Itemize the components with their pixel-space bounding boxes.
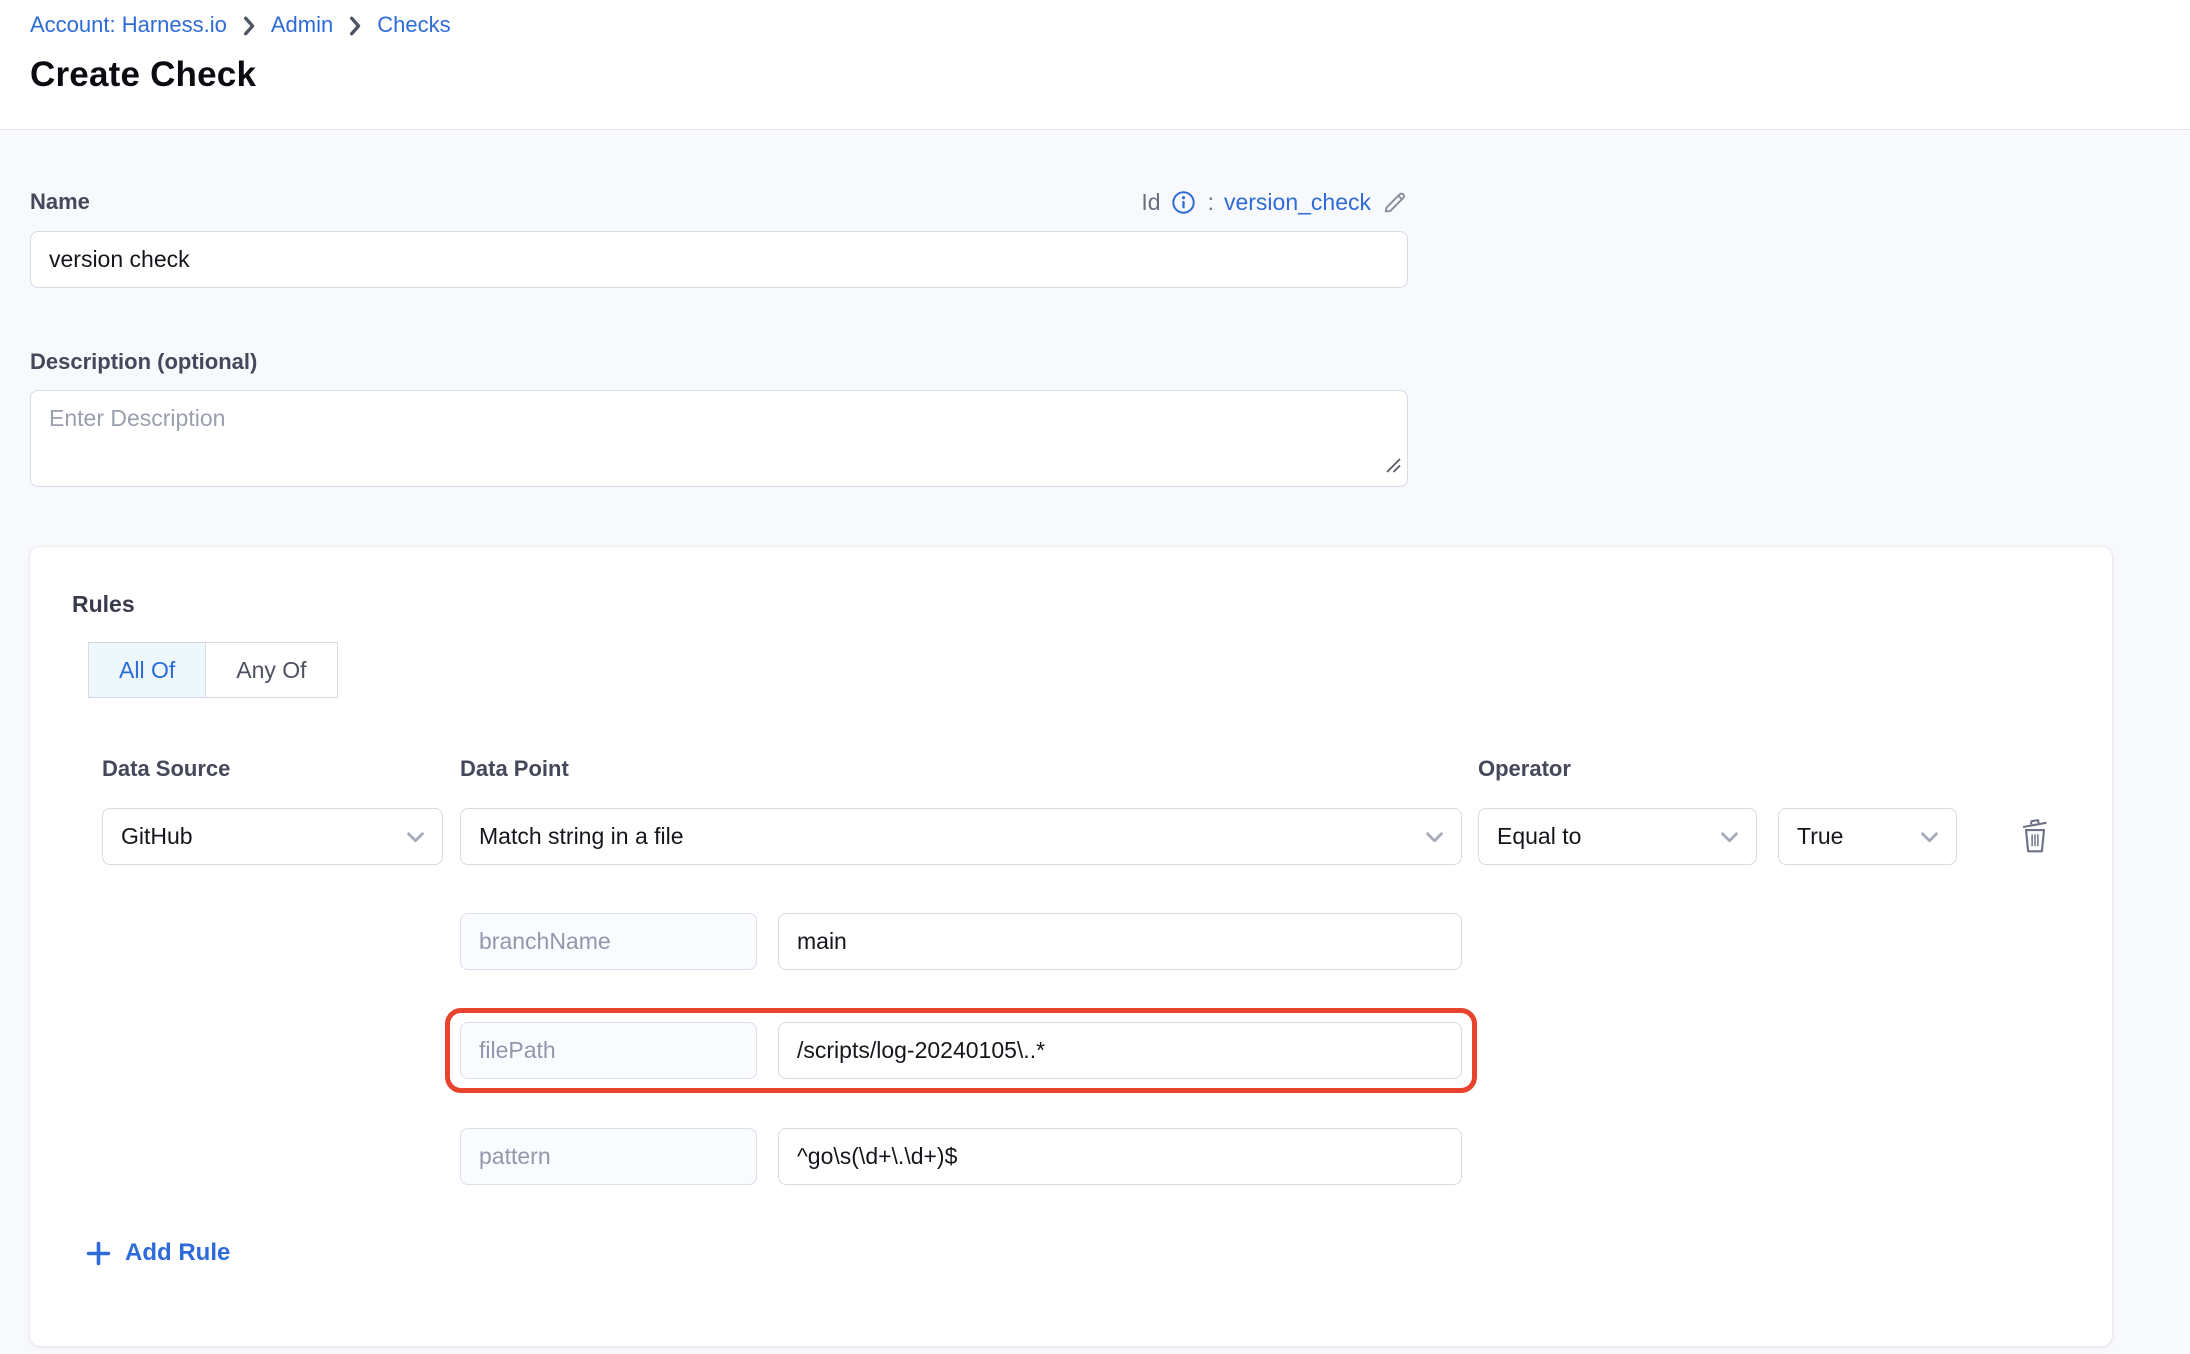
info-icon[interactable]	[1171, 190, 1196, 215]
data-point-select[interactable]: Match string in a file	[460, 808, 1462, 865]
param-row-pattern: pattern	[460, 1128, 1520, 1185]
description-field-group: Description (optional)	[30, 346, 1408, 487]
param-value-pattern[interactable]	[778, 1128, 1462, 1185]
data-point-value: Match string in a file	[479, 823, 684, 850]
param-key-pattern: pattern	[460, 1128, 757, 1185]
data-point-label: Data Point	[460, 756, 1478, 782]
edit-pencil-icon[interactable]	[1381, 189, 1408, 216]
annotation-highlight-filepath: filePath	[445, 1008, 1477, 1093]
chevron-right-icon	[242, 16, 256, 36]
param-row-filepath: filePath	[460, 1022, 1462, 1079]
rule-params: branchName filePath pattern	[460, 913, 1520, 1185]
operator-value: Equal to	[1497, 823, 1581, 850]
rules-combinator-toggle: All Of Any Of	[88, 642, 338, 698]
id-value-link[interactable]: version_check	[1224, 189, 1371, 216]
data-source-value: GitHub	[121, 823, 193, 850]
add-rule-button[interactable]: Add Rule	[85, 1239, 230, 1267]
id-separator: :	[1208, 189, 1214, 216]
chevron-down-icon	[405, 823, 426, 850]
plus-icon	[85, 1240, 112, 1267]
breadcrumb: Account: Harness.io Admin Checks	[30, 0, 2160, 38]
breadcrumb-account[interactable]: Account: Harness.io	[30, 12, 227, 38]
param-value-filepath[interactable]	[778, 1022, 1462, 1079]
id-label: Id	[1141, 189, 1160, 216]
param-value-branchname[interactable]	[778, 913, 1462, 970]
add-rule-label: Add Rule	[125, 1239, 230, 1267]
operator-value-select[interactable]: True	[1778, 808, 1957, 865]
delete-rule-button[interactable]	[2015, 813, 2055, 860]
trash-icon	[2017, 815, 2053, 858]
toggle-all-of[interactable]: All Of	[88, 642, 206, 698]
page-header: Account: Harness.io Admin Checks Create …	[0, 0, 2190, 130]
name-field-group: Name Id : version_check	[30, 186, 1408, 288]
rules-title: Rules	[72, 591, 2072, 618]
rule-row: Data Source Data Point Operator GitHub M…	[102, 756, 2072, 1185]
page-title: Create Check	[30, 55, 2160, 95]
chevron-down-icon	[1424, 823, 1445, 850]
param-key-filepath: filePath	[460, 1022, 757, 1079]
operator-boolean-value: True	[1797, 823, 1843, 850]
chevron-right-icon	[348, 16, 362, 36]
data-source-select[interactable]: GitHub	[102, 808, 443, 865]
description-textarea[interactable]	[30, 390, 1408, 487]
breadcrumb-checks[interactable]: Checks	[377, 12, 450, 38]
chevron-down-icon	[1719, 823, 1740, 850]
rules-card: Rules All Of Any Of Data Source Data Poi…	[30, 547, 2112, 1346]
main-content: Name Id : version_check Description (opt…	[0, 130, 2190, 1346]
operator-label: Operator	[1478, 756, 1571, 782]
description-label: Description (optional)	[30, 349, 257, 375]
resize-grip-icon[interactable]	[1382, 454, 1402, 479]
operator-select[interactable]: Equal to	[1478, 808, 1757, 865]
data-source-label: Data Source	[102, 756, 460, 782]
param-key-branchname: branchName	[460, 913, 757, 970]
chevron-down-icon	[1919, 823, 1940, 850]
toggle-any-of[interactable]: Any Of	[205, 642, 337, 698]
id-group: Id : version_check	[1141, 189, 1408, 216]
breadcrumb-admin[interactable]: Admin	[271, 12, 333, 38]
name-input[interactable]	[30, 231, 1408, 288]
param-row-branchname: branchName	[460, 913, 1520, 970]
name-label: Name	[30, 189, 90, 215]
